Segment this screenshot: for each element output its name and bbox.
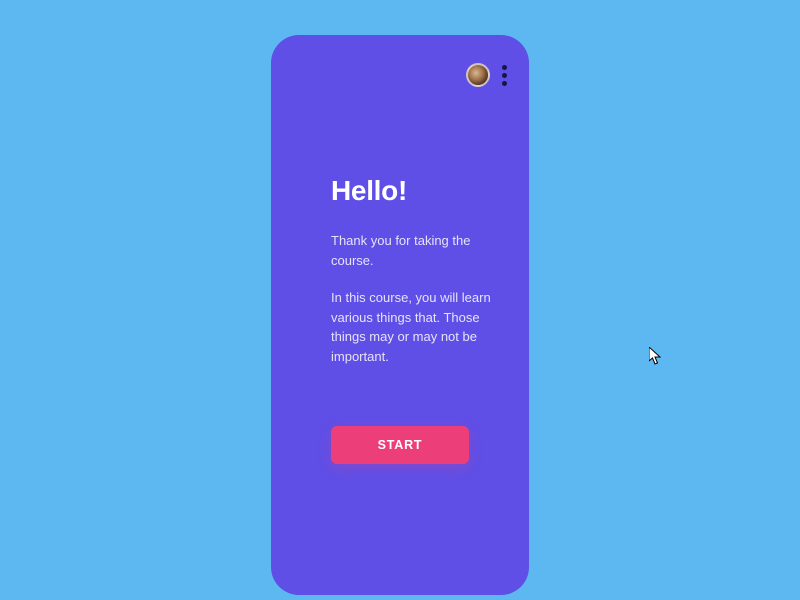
card-header <box>293 63 507 87</box>
avatar[interactable] <box>466 63 490 87</box>
phone-card: Hello! Thank you for taking the course. … <box>271 35 529 595</box>
intro-paragraph-2: In this course, you will learn various t… <box>331 288 491 366</box>
greeting-title: Hello! <box>331 175 507 207</box>
mouse-cursor-icon <box>649 347 663 365</box>
intro-paragraph-1: Thank you for taking the course. <box>331 231 491 270</box>
more-vertical-icon[interactable] <box>502 65 507 86</box>
card-content: Hello! Thank you for taking the course. … <box>293 175 507 464</box>
start-button[interactable]: START <box>331 426 469 464</box>
